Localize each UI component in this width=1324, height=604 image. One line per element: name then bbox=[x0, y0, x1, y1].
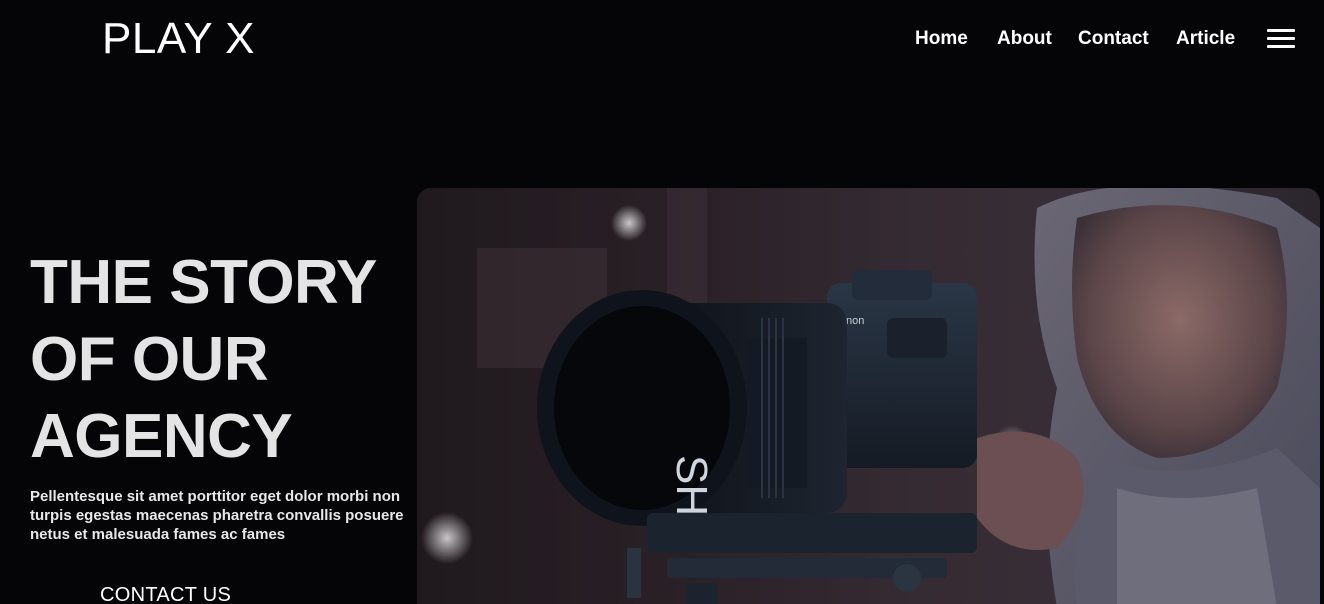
nav-link-home[interactable]: Home bbox=[915, 26, 968, 52]
hero-title-line-2: OF OUR bbox=[30, 325, 269, 394]
landing-page: PLAY X Home About Contact Article THE ST… bbox=[0, 0, 1324, 604]
hero-title-line-1: THE STORY bbox=[30, 248, 377, 317]
brand-logo[interactable]: PLAY X bbox=[102, 14, 255, 64]
hamburger-menu-icon[interactable] bbox=[1267, 29, 1295, 49]
nav-link-about[interactable]: About bbox=[997, 26, 1052, 52]
videographer-camera-illustration: Canon SH bbox=[417, 188, 1320, 604]
contact-us-button[interactable]: CONTACT US bbox=[100, 582, 231, 604]
hero-title-line-3: AGENCY bbox=[30, 402, 293, 471]
lens-marking: SH bbox=[667, 455, 716, 516]
nav-link-contact[interactable]: Contact bbox=[1078, 26, 1149, 52]
hero-description: Pellentesque sit amet porttitor eget dol… bbox=[30, 488, 404, 543]
hero-title: THE STORY OF OUR AGENCY bbox=[30, 244, 410, 475]
nav-link-article[interactable]: Article bbox=[1176, 26, 1235, 52]
hero-image: Canon SH bbox=[417, 188, 1320, 604]
